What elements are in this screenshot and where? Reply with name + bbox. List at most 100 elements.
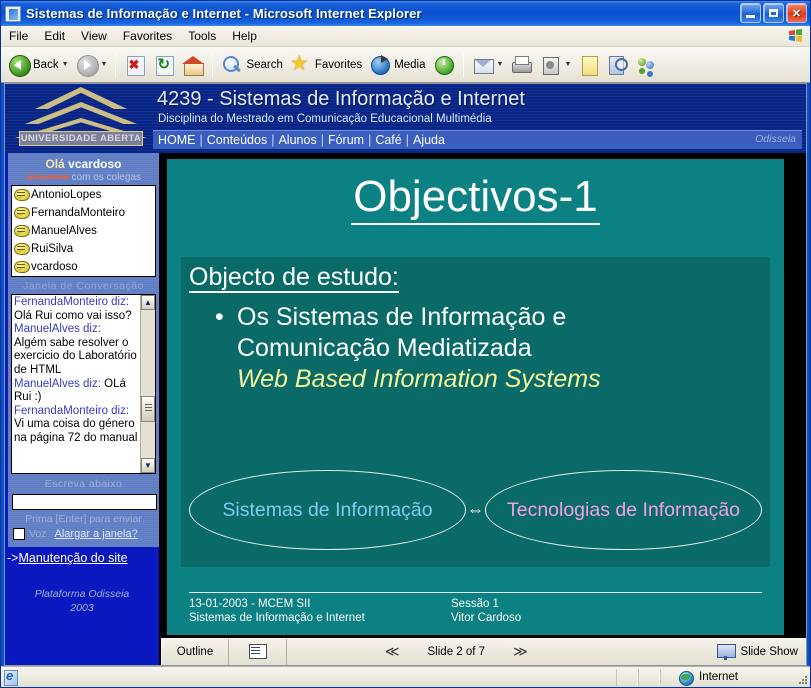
slide-view-button[interactable] (229, 638, 287, 665)
chat-message: FernandaMonteiro diz: Vi uma coisa do gé… (14, 405, 138, 446)
nav-item-conteudos[interactable]: Conteúdos (207, 133, 267, 147)
list-item[interactable]: vcardoso (12, 258, 155, 276)
print-button[interactable] (507, 50, 535, 80)
edit-button[interactable]: ▼ (536, 50, 574, 80)
security-zone[interactable]: Internet (660, 668, 810, 686)
messenger-button[interactable] (633, 50, 661, 80)
scrollbar-thumb[interactable] (141, 395, 155, 422)
search-button[interactable]: Search (218, 50, 285, 80)
menu-item-help[interactable]: Help (224, 27, 265, 45)
nav-separator: | (368, 133, 372, 147)
user-name: ManuelAlves (31, 225, 97, 237)
printer-icon (510, 54, 533, 76)
chevron-down-icon[interactable]: ▼ (62, 61, 69, 68)
slide-footer-left: 13-01-2003 - MCEM SII Sistemas de Inform… (189, 597, 451, 625)
globe-icon (679, 670, 694, 686)
converse-rest: com os colegas (71, 172, 142, 183)
next-slide-button[interactable]: ≫ (507, 643, 534, 660)
favorites-button[interactable]: Favorites (287, 50, 365, 80)
scroll-down-button[interactable]: ▼ (141, 458, 155, 473)
history-button[interactable] (430, 50, 458, 80)
chevron-down-icon[interactable]: ▼ (101, 61, 108, 68)
forward-button[interactable]: ▼ (73, 50, 111, 80)
list-item[interactable]: RuiSilva (12, 240, 155, 258)
page-title: 4239 - Sistemas de Informação e Internet (157, 88, 525, 110)
converse-link[interactable]: Converse (26, 172, 69, 183)
slide-footer: 13-01-2003 - MCEM SII Sistemas de Inform… (189, 592, 762, 625)
nav-item-ajuda[interactable]: Ajuda (413, 133, 445, 147)
outline-button[interactable]: Outline (161, 638, 229, 665)
slide[interactable]: Objectivos-1 Objecto de estudo: • Os Sis… (167, 159, 784, 635)
platform-brand: Odisseia (755, 133, 796, 145)
scrollbar-track[interactable] (141, 310, 155, 458)
nav-item-cafe[interactable]: Café (375, 133, 401, 147)
menu-item-file[interactable]: File (1, 27, 36, 45)
slide-footer-date: 13-01-2003 - MCEM SII (189, 598, 311, 610)
site-nav: HOME | Conteúdos | Alunos | Fórum | Café… (153, 130, 802, 149)
menu-item-edit[interactable]: Edit (36, 27, 73, 45)
previous-slide-button[interactable]: ≪ (379, 643, 406, 660)
notes-button[interactable] (575, 50, 603, 80)
slide-bullet: • Os Sistemas de Informação e Comunicaçã… (181, 292, 770, 395)
ie-document-icon (3, 668, 18, 686)
menu-bar: File Edit View Favorites Tools Help (1, 26, 810, 47)
chevron-down-icon[interactable]: ▼ (497, 61, 504, 68)
star-icon (290, 52, 312, 76)
close-button[interactable]: ✕ (786, 3, 807, 23)
nav-item-forum[interactable]: Fórum (328, 133, 364, 147)
bidirectional-arrow-icon: ⇔ (467, 500, 484, 519)
chevron-down-icon[interactable]: ▼ (564, 61, 571, 68)
close-icon: ✕ (791, 7, 802, 20)
research-button[interactable] (604, 50, 632, 80)
maximize-icon (769, 9, 778, 17)
status-bar: Internet (1, 666, 810, 687)
maintenance-link[interactable]: Manutenção do site (18, 551, 127, 565)
slide-footer-author: Vitor Cardoso (451, 612, 522, 624)
ie-window-icon (5, 5, 21, 22)
refresh-button[interactable] (150, 50, 178, 80)
chat-message: ManuelAlves diz: OLá Rui :) (14, 378, 138, 405)
page-viewport: UNIVERSIDADE ABERTA 4239 - Sistemas de I… (1, 83, 810, 666)
menu-item-view[interactable]: View (73, 27, 115, 45)
menu-item-favorites[interactable]: Favorites (115, 27, 180, 45)
list-item[interactable]: ManuelAlves (12, 222, 155, 240)
window-buttons: ✕ (740, 3, 807, 23)
browser-toolbar: Back ▼ ▼ Search Favorites Media ▼ (1, 47, 810, 83)
menu-item-tools[interactable]: Tools (180, 27, 224, 45)
speech-bubble-icon (14, 207, 30, 219)
chat-author: FernandaMonteiro diz: (14, 404, 130, 417)
voice-checkbox[interactable] (13, 528, 25, 540)
nav-separator: | (199, 133, 203, 147)
chat-text: Vi uma coisa do género na página 72 do m… (14, 418, 138, 444)
chat-input-label: Escreva abaixo (44, 478, 123, 490)
nav-item-alunos[interactable]: Alunos (278, 133, 316, 147)
nav-item-home[interactable]: HOME (158, 133, 196, 147)
user-name: AntonioLopes (31, 189, 102, 201)
slide-counter: Slide 2 of 7 (427, 645, 486, 658)
chat-input[interactable] (12, 494, 157, 510)
list-item[interactable]: FernandaMonteiro (12, 204, 155, 222)
page-subtitle: Disciplina do Mestrado em Comunicação Ed… (158, 113, 492, 125)
home-button[interactable] (179, 50, 207, 80)
mail-button[interactable]: ▼ (469, 50, 507, 80)
bullet-marker: • (215, 303, 224, 331)
stop-button[interactable] (121, 50, 149, 80)
slide-footer-session: Sessão 1 (451, 598, 499, 610)
scroll-up-button[interactable]: ▲ (141, 295, 155, 310)
back-button[interactable]: Back ▼ (5, 50, 72, 80)
maximize-button[interactable] (763, 3, 784, 23)
slide-show-button[interactable]: Slide Show (717, 643, 806, 660)
list-item[interactable]: AntonioLopes (12, 186, 155, 204)
mail-icon (472, 54, 494, 76)
media-button[interactable]: Media (366, 50, 428, 80)
minimize-button[interactable] (740, 3, 761, 23)
resize-grip[interactable] (797, 674, 808, 685)
slide-show-label: Slide Show (740, 645, 798, 658)
enlarge-window-link[interactable]: Alargar a janela? (55, 528, 138, 540)
chat-scrollbar[interactable]: ▲ ▼ (140, 295, 155, 473)
site-header-text: 4239 - Sistemas de Informação e Internet… (153, 84, 806, 153)
chat-transcript[interactable]: FernandaMonteiro diz: Olá Rui como vai i… (11, 294, 156, 474)
university-logo: UNIVERSIDADE ABERTA (5, 84, 153, 153)
chat-author: ManuelAlves diz: (14, 377, 101, 390)
online-user-list[interactable]: AntonioLopes FernandaMonteiro ManuelAlve… (11, 185, 156, 277)
